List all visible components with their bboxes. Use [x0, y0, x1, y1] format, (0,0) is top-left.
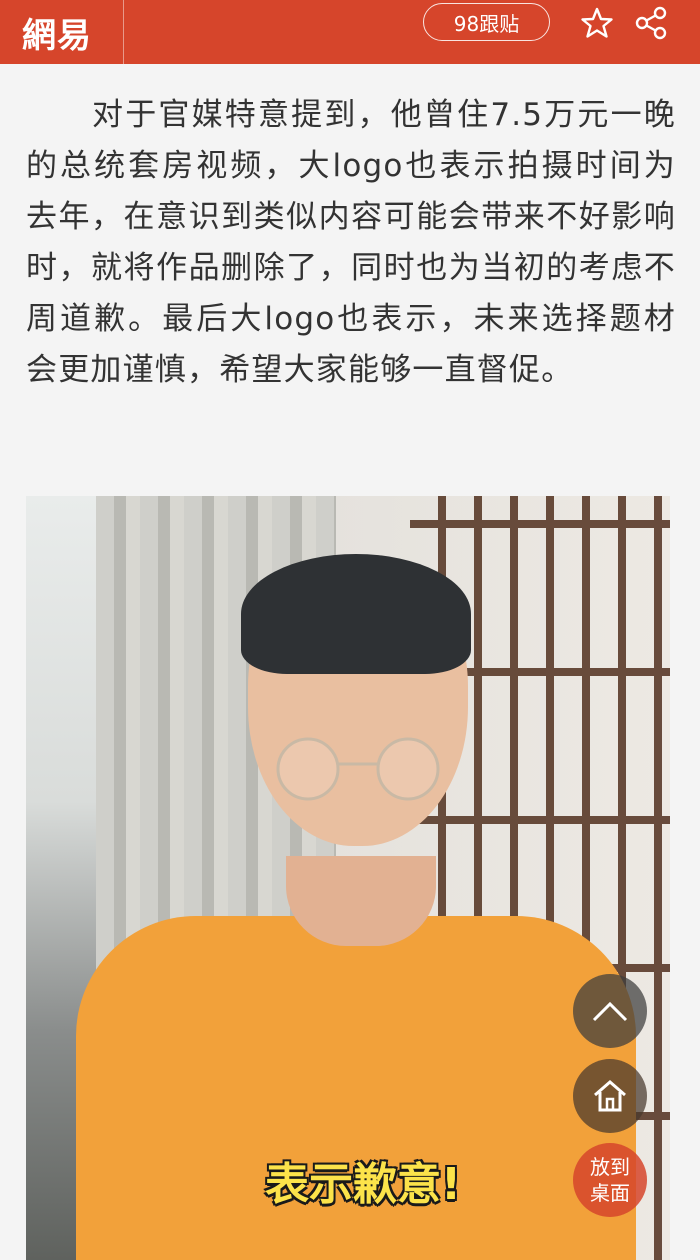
video-player[interactable]: 表示歉意!	[26, 496, 670, 1260]
add-to-desktop-label-line1: 放到	[590, 1155, 630, 1179]
scroll-to-top-button[interactable]	[573, 974, 647, 1048]
star-icon[interactable]	[580, 6, 614, 40]
article-paragraph: 对于官媒特意提到，他曾住7.5万元一晚的总统套房视频，大logo也表示拍摄时间为…	[26, 97, 676, 388]
share-icon[interactable]	[634, 6, 668, 40]
netease-logo[interactable]: 網易	[0, 0, 124, 64]
add-to-desktop-label-line2: 桌面	[590, 1181, 630, 1205]
video-person-neck	[286, 856, 436, 946]
add-to-desktop-button[interactable]: 放到 桌面	[573, 1143, 647, 1217]
video-person-glasses	[276, 737, 440, 801]
top-bar: 網易 98跟贴	[0, 0, 700, 64]
comment-count-button[interactable]: 98跟贴	[423, 3, 550, 41]
video-person-hair	[241, 554, 471, 674]
home-icon	[594, 1080, 626, 1112]
chevron-up-icon	[592, 1001, 628, 1022]
home-button[interactable]	[573, 1059, 647, 1133]
